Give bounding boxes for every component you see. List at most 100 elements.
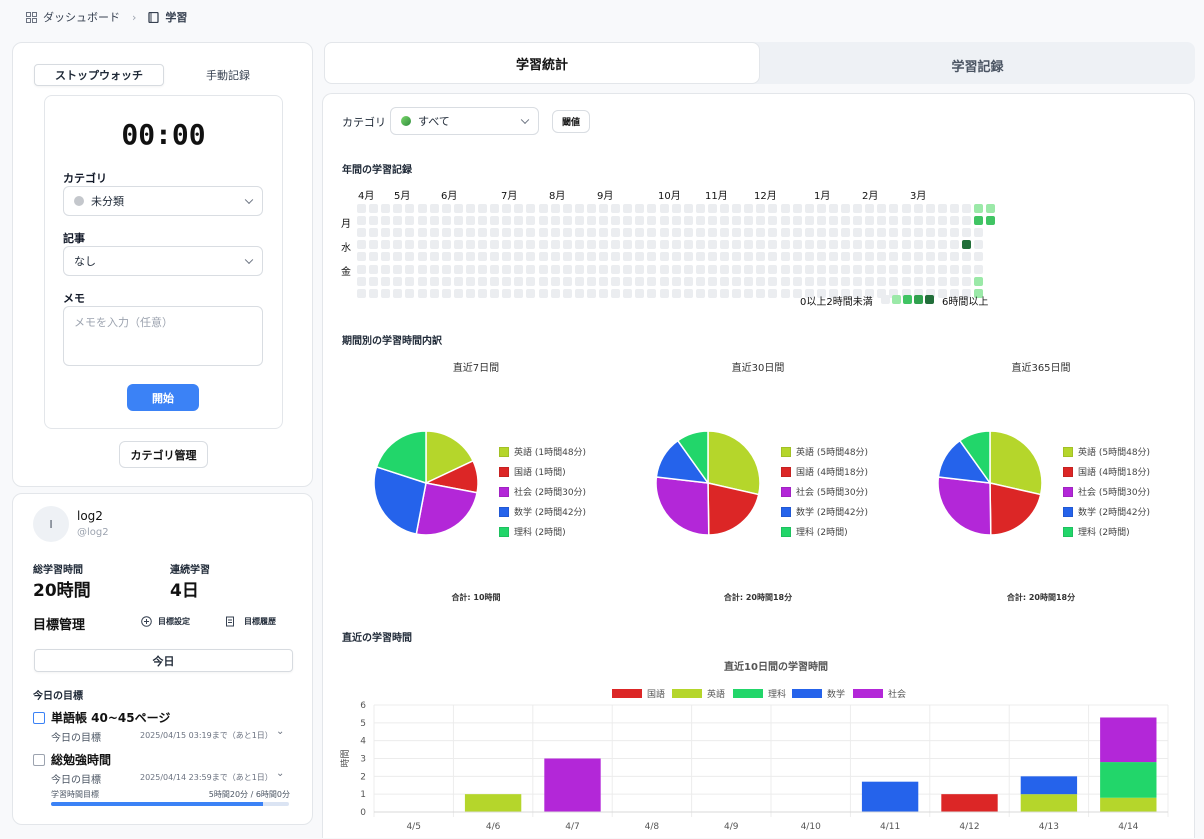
heatmap-cell[interactable]	[647, 240, 657, 250]
heatmap-cell[interactable]	[659, 240, 669, 250]
threshold-button[interactable]: 閾値	[552, 110, 590, 133]
heatmap-cell[interactable]	[574, 288, 584, 298]
heatmap-cell[interactable]	[453, 240, 463, 250]
heatmap-cell[interactable]	[962, 276, 971, 286]
heatmap-cell[interactable]	[514, 288, 524, 298]
heatmap-cell[interactable]	[417, 264, 427, 274]
heatmap-cell[interactable]	[599, 252, 608, 262]
category-select[interactable]: 未分類	[63, 186, 263, 216]
bar-segment[interactable]	[464, 794, 522, 812]
heatmap-cell[interactable]	[453, 276, 463, 286]
heatmap-cell[interactable]	[683, 264, 693, 274]
heatmap-cell[interactable]	[816, 204, 826, 213]
heatmap-cell[interactable]	[562, 288, 572, 298]
heatmap-cell[interactable]	[465, 264, 475, 274]
heatmap-cell[interactable]	[925, 252, 935, 262]
heatmap-cell[interactable]	[453, 216, 463, 226]
heatmap-cell[interactable]	[768, 216, 778, 226]
heatmap-cell[interactable]	[623, 264, 633, 274]
heatmap-cell[interactable]	[647, 216, 657, 226]
heatmap-cell[interactable]	[962, 216, 971, 226]
heatmap-cell[interactable]	[877, 252, 887, 262]
heatmap-cell[interactable]	[574, 276, 584, 286]
heatmap-cell[interactable]	[659, 288, 669, 298]
heatmap-cell[interactable]	[901, 276, 911, 286]
goal-checkbox[interactable]	[33, 712, 45, 724]
heatmap-cell[interactable]	[441, 264, 451, 274]
heatmap-cell[interactable]	[574, 240, 584, 250]
heatmap-cell[interactable]	[841, 228, 850, 238]
pie-legend-item[interactable]: 国語 (1時間)	[499, 465, 566, 478]
heatmap-cell[interactable]	[441, 240, 451, 250]
heatmap-cell[interactable]	[659, 204, 669, 213]
heatmap-cell[interactable]	[695, 276, 705, 286]
heatmap-cell[interactable]	[574, 264, 584, 274]
heatmap-cell[interactable]	[804, 204, 814, 213]
heatmap-cell[interactable]	[901, 264, 911, 274]
heatmap-cell[interactable]	[417, 276, 427, 286]
tab-stopwatch[interactable]: ストップウォッチ	[34, 64, 164, 86]
heatmap-cell[interactable]	[671, 204, 681, 213]
heatmap-cell[interactable]	[720, 216, 729, 226]
heatmap-cell[interactable]	[478, 252, 487, 262]
heatmap-cell[interactable]	[381, 228, 391, 238]
heatmap-cell[interactable]	[720, 204, 729, 213]
heatmap-cell[interactable]	[828, 216, 838, 226]
heatmap-cell[interactable]	[841, 276, 850, 286]
heatmap-cell[interactable]	[974, 204, 984, 213]
heatmap-cell[interactable]	[671, 228, 681, 238]
heatmap-cell[interactable]	[925, 276, 935, 286]
heatmap-cell[interactable]	[441, 228, 451, 238]
heatmap-cell[interactable]	[889, 204, 899, 213]
pie-legend-item[interactable]: 数学 (2時間42分)	[499, 505, 586, 518]
heatmap-cell[interactable]	[877, 204, 887, 213]
legend-label[interactable]: 社会	[888, 688, 906, 700]
chevron-down-icon[interactable]: ⌄	[276, 726, 284, 737]
heatmap-cell[interactable]	[465, 252, 475, 262]
bar-segment[interactable]	[1100, 762, 1157, 798]
heatmap-cell[interactable]	[611, 228, 621, 238]
pie-legend-item[interactable]: 理科 (2時間)	[781, 525, 848, 538]
heatmap-cell[interactable]	[695, 204, 705, 213]
heatmap-cell[interactable]	[357, 228, 366, 238]
heatmap-cell[interactable]	[901, 240, 911, 250]
heatmap-cell[interactable]	[538, 228, 548, 238]
heatmap-cell[interactable]	[550, 264, 560, 274]
heatmap-cell[interactable]	[526, 276, 536, 286]
heatmap-cell[interactable]	[490, 228, 500, 238]
heatmap-cell[interactable]	[756, 216, 766, 226]
heatmap-cell[interactable]	[357, 204, 366, 213]
heatmap-cell[interactable]	[441, 204, 451, 213]
heatmap-cell[interactable]	[683, 204, 693, 213]
heatmap-cell[interactable]	[913, 264, 923, 274]
heatmap-cell[interactable]	[671, 252, 681, 262]
heatmap-cell[interactable]	[732, 228, 742, 238]
heatmap-cell[interactable]	[756, 276, 766, 286]
heatmap-cell[interactable]	[526, 252, 536, 262]
heatmap-cell[interactable]	[949, 276, 959, 286]
pie-slice[interactable]	[655, 476, 710, 536]
heatmap-cell[interactable]	[526, 240, 536, 250]
heatmap-cell[interactable]	[949, 264, 959, 274]
heatmap-cell[interactable]	[865, 228, 875, 238]
heatmap-cell[interactable]	[562, 252, 572, 262]
heatmap-cell[interactable]	[405, 276, 415, 286]
heatmap-cell[interactable]	[599, 276, 608, 286]
heatmap-cell[interactable]	[949, 240, 959, 250]
heatmap-cell[interactable]	[732, 204, 742, 213]
heatmap-cell[interactable]	[538, 264, 548, 274]
heatmap-cell[interactable]	[683, 252, 693, 262]
start-button[interactable]: 開始	[127, 384, 199, 411]
article-select[interactable]: なし	[63, 246, 263, 276]
heatmap-cell[interactable]	[623, 204, 633, 213]
heatmap-cell[interactable]	[381, 276, 391, 286]
heatmap-cell[interactable]	[877, 264, 887, 274]
pie-legend-item[interactable]: 社会 (5時間30分)	[1063, 485, 1150, 498]
heatmap-cell[interactable]	[683, 216, 693, 226]
heatmap-cell[interactable]	[707, 228, 717, 238]
heatmap-cell[interactable]	[599, 264, 608, 274]
heatmap-cell[interactable]	[586, 276, 596, 286]
heatmap-cell[interactable]	[841, 252, 850, 262]
heatmap-cell[interactable]	[369, 252, 379, 262]
heatmap-cell[interactable]	[744, 204, 754, 213]
